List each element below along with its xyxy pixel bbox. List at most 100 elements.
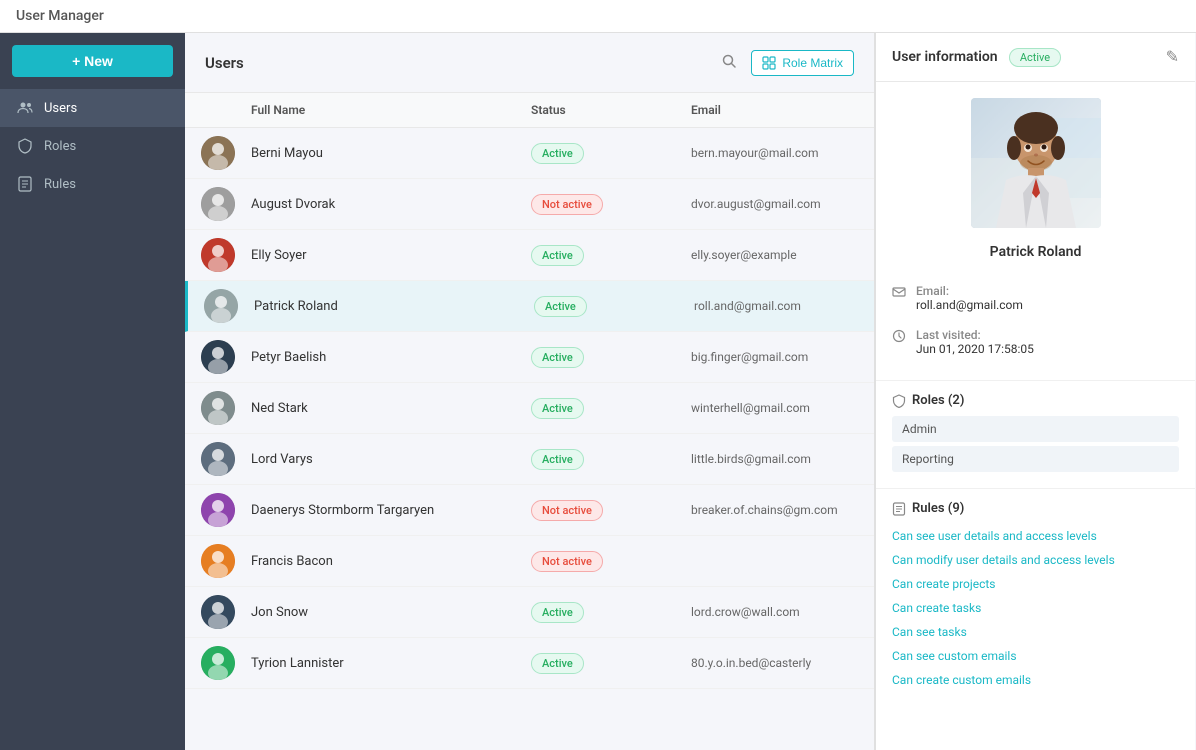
avatar — [201, 442, 251, 476]
table-row[interactable]: Tyrion Lannister Active 80.y.o.in.bed@ca… — [185, 638, 874, 689]
roles-label: Roles (2) — [912, 393, 964, 408]
user-avatar — [201, 238, 235, 272]
sidebar-roles-label: Roles — [44, 139, 76, 154]
user-name: Tyrion Lannister — [251, 656, 531, 671]
user-avatar — [201, 136, 235, 170]
panel-header-left: User information Active — [892, 49, 1061, 65]
user-status: Active — [531, 449, 691, 470]
sidebar-item-roles[interactable]: Roles — [0, 127, 185, 165]
email-icon — [892, 285, 908, 301]
user-email: breaker.of.chains@gm.com — [691, 503, 858, 517]
user-name: Petyr Baelish — [251, 350, 531, 365]
users-table: Berni Mayou Active bern.mayour@mail.com … — [185, 128, 874, 750]
rule-item[interactable]: Can create projects — [892, 572, 1179, 596]
col-avatar — [201, 103, 251, 117]
content-area: Users — [185, 33, 1196, 750]
user-status: Active — [531, 398, 691, 419]
rule-item[interactable]: Can create custom emails — [892, 668, 1179, 692]
rule-item[interactable]: Can modify user details and access level… — [892, 548, 1179, 572]
avatar — [201, 238, 251, 272]
user-status: Active — [531, 143, 691, 164]
user-email: dvor.august@gmail.com — [691, 197, 858, 211]
table-row[interactable]: Lord Varys Active little.birds@gmail.com — [185, 434, 874, 485]
search-button[interactable] — [717, 49, 741, 76]
avatar — [201, 646, 251, 680]
app-title: User Manager — [16, 8, 104, 24]
table-row[interactable]: Elly Soyer Active elly.soyer@example — [185, 230, 874, 281]
users-panel-header: Users — [185, 33, 874, 93]
role-matrix-button[interactable]: Role Matrix — [751, 50, 854, 76]
table-row[interactable]: Daenerys Stormborm Targaryen Not active … — [185, 485, 874, 536]
user-name: Ned Stark — [251, 401, 531, 416]
col-status: Status — [531, 103, 691, 117]
rules-section-title: Rules (9) — [892, 501, 1179, 516]
rules-section: Rules (9) Can see user details and acces… — [876, 493, 1195, 700]
user-name: Lord Varys — [251, 452, 531, 467]
user-status: Active — [531, 245, 691, 266]
user-status: Active — [534, 296, 694, 317]
user-name: Berni Mayou — [251, 146, 531, 161]
user-email: bern.mayour@mail.com — [691, 146, 858, 160]
user-status: Active — [531, 602, 691, 623]
users-icon — [16, 99, 34, 117]
sidebar-users-label: Users — [44, 101, 77, 116]
table-row[interactable]: Berni Mayou Active bern.mayour@mail.com — [185, 128, 874, 179]
user-email: lord.crow@wall.com — [691, 605, 858, 619]
role-matrix-label: Role Matrix — [782, 56, 843, 70]
rule-item[interactable]: Can see user details and access levels — [892, 524, 1179, 548]
table-row[interactable]: Francis Bacon Not active — [185, 536, 874, 587]
user-name: August Dvorak — [251, 197, 531, 212]
last-visited-row: Last visited: Jun 01, 2020 17:58:05 — [892, 320, 1179, 364]
rule-item[interactable]: Can see custom emails — [892, 644, 1179, 668]
avatar — [201, 595, 251, 629]
user-photo — [971, 98, 1101, 228]
table-row[interactable]: August Dvorak Not active dvor.august@gma… — [185, 179, 874, 230]
avatar — [201, 187, 251, 221]
user-email: big.finger@gmail.com — [691, 350, 858, 364]
user-avatar — [201, 442, 235, 476]
roles-section-title: Roles (2) — [892, 393, 1179, 408]
user-status: Active — [531, 347, 691, 368]
user-avatar — [201, 340, 235, 374]
user-name: Jon Snow — [251, 605, 531, 620]
user-email: winterhell@gmail.com — [691, 401, 858, 415]
table-row[interactable]: Ned Stark Active winterhell@gmail.com — [185, 383, 874, 434]
user-status-badge: Active — [1009, 48, 1061, 67]
table-row[interactable]: Petyr Baelish Active big.finger@gmail.co… — [185, 332, 874, 383]
table-row[interactable]: Patrick Roland Active roll.and@gmail.com — [185, 281, 874, 332]
user-avatar — [204, 289, 238, 323]
role-item: Reporting — [892, 446, 1179, 472]
user-status: Not active — [531, 551, 691, 572]
users-panel: Users — [185, 33, 875, 750]
rule-item[interactable]: Can see tasks — [892, 620, 1179, 644]
col-email: Email — [691, 103, 858, 117]
user-avatar — [201, 646, 235, 680]
rule-item[interactable]: Can create tasks — [892, 596, 1179, 620]
email-row: Email: roll.and@gmail.com — [892, 276, 1179, 320]
sidebar-item-users[interactable]: Users — [0, 89, 185, 127]
table-header: Full Name Status Email — [185, 93, 874, 128]
table-row[interactable]: Jon Snow Active lord.crow@wall.com — [185, 587, 874, 638]
user-email: little.birds@gmail.com — [691, 452, 858, 466]
roles-section: Roles (2) AdminReporting — [876, 385, 1195, 484]
user-status: Not active — [531, 500, 691, 521]
user-name: Daenerys Stormborm Targaryen — [251, 503, 531, 518]
col-fullname: Full Name — [251, 103, 531, 117]
email-value: roll.and@gmail.com — [916, 298, 1023, 312]
user-name: Elly Soyer — [251, 248, 531, 263]
roles-list: AdminReporting — [892, 416, 1179, 472]
user-email: roll.and@gmail.com — [694, 299, 858, 313]
rules-icon — [16, 175, 34, 193]
clock-icon — [892, 329, 908, 345]
panel-header: User information Active ✎ — [876, 33, 1195, 82]
user-info-section: Email: roll.and@gmail.com Last vi — [876, 276, 1195, 376]
sidebar-item-rules[interactable]: Rules — [0, 165, 185, 203]
new-button[interactable]: + New — [12, 45, 173, 77]
avatar — [204, 289, 254, 323]
email-label: Email: — [916, 284, 1023, 298]
avatar — [201, 391, 251, 425]
user-name: Francis Bacon — [251, 554, 531, 569]
users-panel-title: Users — [205, 54, 244, 72]
sidebar-nav: Users Roles — [0, 89, 185, 203]
edit-user-button[interactable]: ✎ — [1166, 47, 1179, 67]
